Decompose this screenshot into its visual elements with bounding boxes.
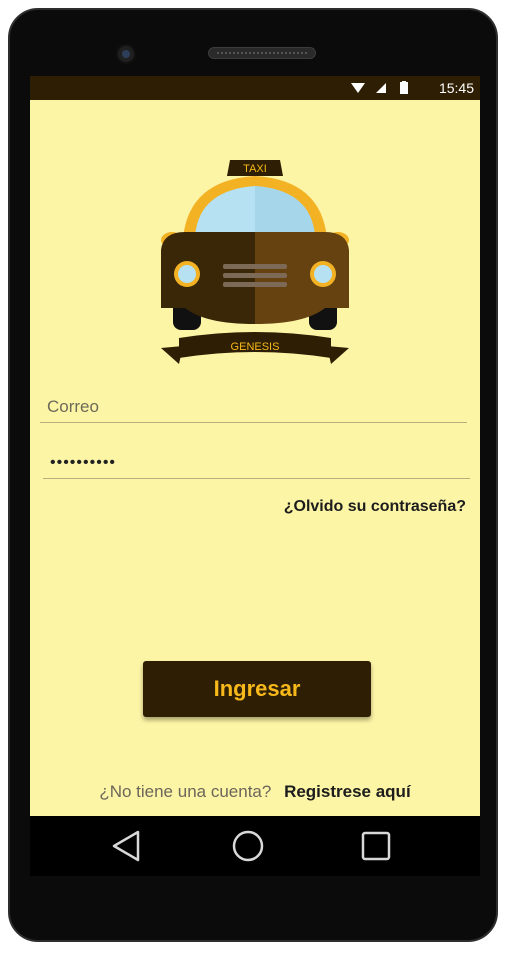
app-screen: 15:45 TAXI GENESIS Correo •••••••••• ¿Ol…	[30, 76, 480, 876]
email-input[interactable]	[40, 392, 467, 422]
taxi-sign-text: TAXI	[243, 163, 267, 175]
login-button[interactable]: Ingresar	[143, 661, 371, 717]
status-bar: 15:45	[30, 76, 480, 100]
email-field[interactable]	[40, 392, 467, 423]
battery-icon	[400, 82, 408, 94]
recents-icon[interactable]	[356, 826, 396, 866]
register-prompt: ¿No tiene una cuenta? Registrese aquí	[30, 782, 480, 802]
register-question: ¿No tiene una cuenta?	[99, 782, 272, 801]
taxi-logo: TAXI GENESIS	[161, 160, 349, 364]
banner-text: GENESIS	[231, 341, 280, 353]
home-icon[interactable]	[228, 826, 268, 866]
wifi-icon	[351, 83, 365, 93]
signal-icon	[376, 83, 386, 93]
status-icons	[351, 81, 408, 94]
earpiece-speaker	[208, 47, 316, 59]
android-nav-bar	[30, 816, 480, 876]
back-icon[interactable]	[108, 826, 148, 866]
password-field[interactable]	[43, 448, 470, 479]
password-input[interactable]	[43, 448, 470, 478]
front-camera	[116, 44, 136, 64]
forgot-password-link[interactable]: ¿Olvido su contraseña?	[284, 498, 466, 516]
status-time: 15:45	[438, 80, 474, 96]
register-link[interactable]: Registrese aquí	[284, 782, 411, 801]
